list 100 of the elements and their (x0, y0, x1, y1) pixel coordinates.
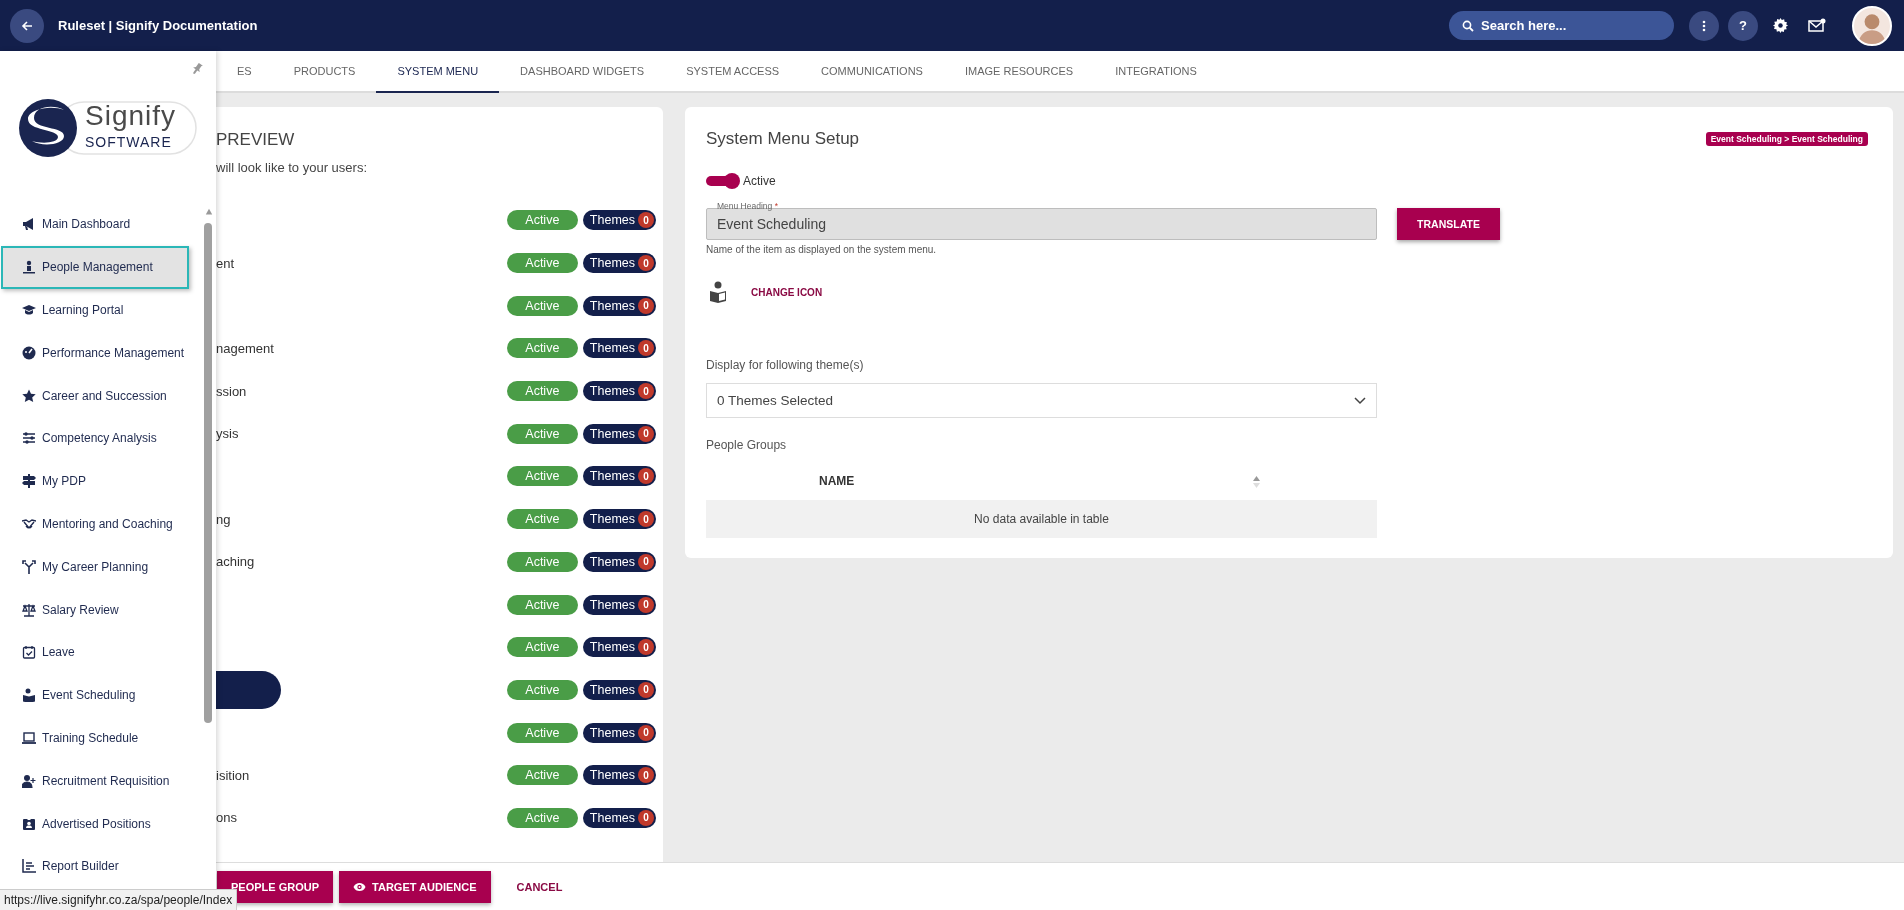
sidebar-item[interactable]: Recruitment Requisition (1, 759, 189, 803)
status-badge: Active (506, 722, 578, 743)
search-icon (1462, 20, 1474, 32)
sidebar-item[interactable]: My PDP (1, 459, 189, 503)
sidebar-item[interactable]: Mentoring and Coaching (1, 502, 189, 546)
count-badge: 0 (638, 681, 654, 698)
help-button[interactable]: ? (1728, 10, 1758, 41)
eye-icon (353, 881, 367, 892)
sidebar-item[interactable]: People Management (1, 245, 189, 289)
sidebar-item[interactable]: Competency Analysis (1, 417, 189, 460)
translate-button[interactable]: TRANSLATE (1397, 208, 1500, 240)
sidebar-item[interactable]: Main Dashboard (1, 203, 189, 246)
status-badge: Active (506, 295, 578, 316)
tab[interactable]: COMMUNICATIONS (800, 51, 944, 93)
pin-icon[interactable] (191, 63, 203, 75)
count-badge: 0 (638, 425, 654, 442)
sidebar-item[interactable]: Advertised Positions (1, 802, 189, 845)
mail-icon[interactable] (1808, 18, 1826, 33)
count-badge: 0 (638, 809, 654, 826)
signpost-icon (22, 474, 36, 489)
count-badge: 0 (638, 553, 654, 570)
avatar[interactable] (1852, 5, 1892, 46)
count-badge: 0 (638, 212, 654, 229)
sidebar-item[interactable]: Report Builder (1, 844, 189, 888)
sidebar-item[interactable]: Performance Management (1, 331, 189, 375)
status-badge: Active (506, 637, 578, 658)
status-badge: Active (506, 466, 578, 487)
tab[interactable]: PRODUCTS (272, 51, 377, 93)
back-button[interactable] (10, 8, 44, 43)
count-badge: 0 (638, 639, 654, 656)
empty-table-message: No data available in table (974, 512, 1109, 526)
sidebar-item[interactable]: Salary Review (1, 588, 189, 631)
tab[interactable]: SYSTEM MENU (376, 51, 500, 93)
sidebar-item[interactable]: Training Schedule (1, 716, 189, 760)
laptop-icon (22, 730, 36, 745)
themes-badge: Themes 0 (582, 338, 656, 359)
sidebar-item[interactable]: Leave (1, 630, 189, 674)
sidebar-item[interactable]: Career and Succession (1, 374, 189, 417)
setup-title: System Menu Setup (706, 129, 860, 149)
preview-title: PREVIEW (216, 130, 296, 150)
tab[interactable]: ES (216, 51, 273, 93)
cancel-button[interactable]: CANCEL (496, 870, 583, 903)
themes-badge: Themes 0 (582, 423, 656, 444)
count-badge: 0 (638, 724, 654, 741)
count-badge: 0 (638, 255, 654, 272)
back-arrow-icon (21, 19, 33, 32)
themes-label: Display for following theme(s) (706, 358, 865, 372)
themes-badge: Themes 0 (582, 679, 656, 700)
sidebar-item[interactable]: Learning Portal (1, 288, 189, 332)
status-badge: Active (506, 765, 578, 786)
themes-dropdown[interactable]: 0 Themes Selected (706, 383, 1377, 418)
tab[interactable]: SYSTEM ACCESS (665, 51, 801, 93)
status-badge: Active (506, 679, 578, 700)
count-badge: 0 (638, 297, 654, 314)
calendar-check-icon (22, 645, 36, 660)
count-badge: 0 (638, 468, 654, 485)
sliders-icon (22, 431, 36, 446)
tab[interactable]: DASHBOARD WIDGETS (499, 51, 666, 93)
search-field[interactable]: Search here... (1449, 11, 1674, 40)
star-icon (22, 388, 36, 403)
status-url: https://live.signifyhr.co.za/spa/people/Index (0, 889, 238, 910)
reader-icon (22, 688, 36, 703)
active-toggle[interactable] (706, 173, 740, 189)
logo-name: Signify (85, 100, 177, 132)
themes-badge: Themes 0 (582, 509, 656, 530)
sidebar-item[interactable]: Event Scheduling (1, 673, 189, 717)
graduation-cap-icon (22, 303, 36, 317)
count-badge: 0 (638, 383, 654, 400)
themes-badge: Themes 0 (582, 295, 656, 316)
change-icon-link[interactable]: CHANGE ICON (751, 286, 823, 298)
themes-badge: Themes 0 (582, 807, 656, 828)
count-badge: 0 (638, 767, 654, 784)
sidebar-item[interactable]: My Career Planning (1, 545, 189, 589)
count-badge: 0 (638, 596, 654, 613)
scroll-up-icon[interactable] (204, 208, 214, 216)
settings-icon[interactable] (1773, 18, 1788, 33)
status-badge: Active (506, 807, 578, 828)
megaphone-icon (22, 217, 36, 232)
sort-icon[interactable] (1253, 476, 1260, 488)
tab[interactable]: INTEGRATIONS (1094, 51, 1218, 93)
window-title: Ruleset | Signify Documentation (58, 18, 258, 33)
person-icon (22, 260, 36, 275)
status-badge: Active (506, 551, 578, 572)
chart-icon (22, 859, 36, 874)
status-badge: Active (506, 423, 578, 444)
breadcrumb-badge: Event Scheduling > Event Scheduling (1705, 132, 1868, 146)
count-badge: 0 (638, 511, 654, 528)
target-audience-button[interactable]: TARGET AUDIENCE (339, 870, 491, 903)
more-button[interactable] (1689, 10, 1719, 41)
branch-arrow-icon (22, 559, 36, 574)
tab[interactable]: IMAGE RESOURCES (943, 51, 1095, 93)
scrollbar-thumb[interactable] (204, 223, 212, 723)
themes-badge: Themes 0 (582, 551, 656, 572)
column-header[interactable]: NAME (819, 474, 855, 488)
chevron-down-icon (1354, 396, 1366, 405)
more-icon (1702, 19, 1706, 32)
status-badge: Active (506, 338, 578, 359)
themes-badge: Themes 0 (582, 381, 656, 402)
gauge-icon (22, 345, 36, 360)
toggle-label: Active (743, 174, 776, 188)
